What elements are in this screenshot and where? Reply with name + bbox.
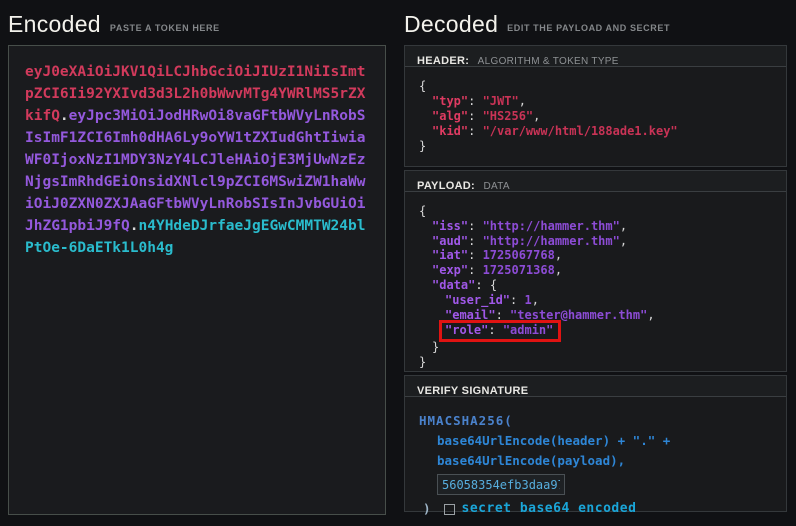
header-section-sublabel: ALGORITHM & TOKEN TYPE [478,56,619,67]
verify-section-label: VERIFY SIGNATURE [417,385,528,397]
payload-line-iss: "iss": "http://hammer.thm", [419,219,772,234]
verify-signature-editor: HMACSHA256( base64UrlEncode(header) + ".… [405,397,786,519]
payload-line-iat: "iat": 1725067768, [419,248,772,263]
secret-input[interactable] [437,474,565,495]
header-line-typ: "typ": "JWT", [419,94,772,109]
payload-section-label: PAYLOAD: [417,180,475,192]
payload-line-role: "role": "admin" [419,322,772,340]
token-separator: . [130,218,139,234]
header-section-label: HEADER: [417,55,469,67]
encoded-panel-head: Encoded PASTE A TOKEN HERE [8,0,386,45]
payload-line-aud: "aud": "http://hammer.thm", [419,234,772,249]
brace: } [419,355,426,369]
payload-line-data-open: "data": { [419,278,772,293]
base64-encoded-checkbox[interactable] [444,504,455,515]
brace: } [432,340,439,354]
token-payload-segment: eyJpc3MiOiJodHRwOi8vaGFtbWVyLnRobSIsImF1… [25,108,365,234]
encoded-token-input[interactable]: eyJ0eXAiOiJKV1QiLCJhbGciOiJIUzI1NiIsImtp… [8,45,386,515]
decoded-subtitle: EDIT THE PAYLOAD AND SECRET [507,23,670,33]
verify-signature-section: VERIFY SIGNATURE HMACSHA256( base64UrlEn… [404,375,787,512]
header-section: HEADER: ALGORITHM & TOKEN TYPE { "typ": … [404,45,787,167]
brace: } [419,139,426,153]
brace: { [419,79,426,93]
base64-payload-line: base64UrlEncode(payload), [437,451,772,471]
decoded-panel-head: Decoded EDIT THE PAYLOAD AND SECRET [404,0,787,45]
decoded-panel: Decoded EDIT THE PAYLOAD AND SECRET HEAD… [404,0,787,515]
secret-options-row: ) secret base64 encoded [419,499,772,519]
payload-line-user-id: "user_id": 1, [419,293,772,308]
hmac-line: HMACSHA256( [419,411,772,431]
brace: { [419,204,426,218]
header-line-alg: "alg": "HS256", [419,109,772,124]
role-admin-highlight-box: "role": "admin" [439,320,561,342]
base64-header-line: base64UrlEncode(header) + "." + [437,431,772,451]
header-line-kid: "kid": "/var/www/html/188ade1.key" [419,124,772,139]
decoded-title: Decoded [404,11,498,38]
token-separator: . [60,108,69,124]
base64-encoded-checkbox-label[interactable]: secret base64 encoded [462,499,637,519]
payload-section-bar: PAYLOAD: DATA [405,171,786,192]
payload-section-sublabel: DATA [483,181,509,192]
header-section-bar: HEADER: ALGORITHM & TOKEN TYPE [405,46,786,67]
encoded-subtitle: PASTE A TOKEN HERE [110,23,220,33]
payload-line-exp: "exp": 1725071368, [419,263,772,278]
closing-paren: ) [423,499,431,519]
encoded-panel: Encoded PASTE A TOKEN HERE eyJ0eXAiOiJKV… [8,0,386,515]
payload-json-editor[interactable]: { "iss": "http://hammer.thm", "aud": "ht… [405,192,786,382]
header-json-editor[interactable]: { "typ": "JWT", "alg": "HS256", "kid": "… [405,67,786,166]
verify-section-bar: VERIFY SIGNATURE [405,376,786,397]
encoded-title: Encoded [8,11,101,38]
payload-section: PAYLOAD: DATA { "iss": "http://hammer.th… [404,170,787,372]
